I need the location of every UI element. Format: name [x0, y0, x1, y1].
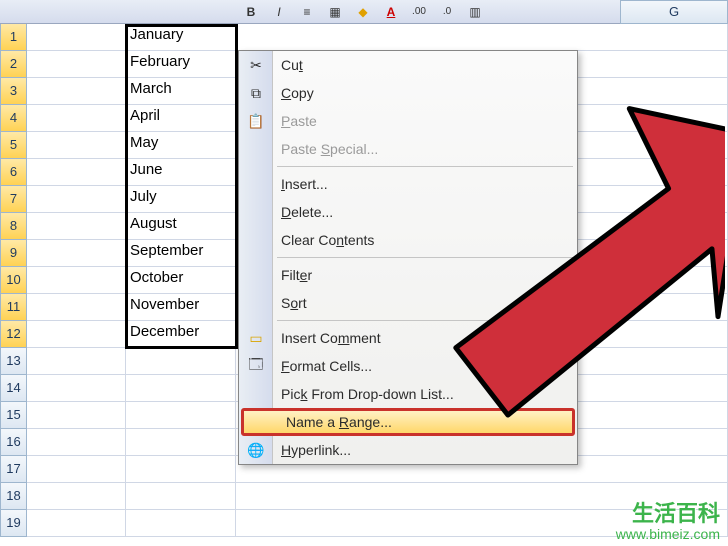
menu-paste: 📋 Paste [239, 107, 577, 135]
menu-delete[interactable]: Delete... [239, 198, 577, 226]
row-header-1[interactable]: 1 [0, 24, 27, 51]
row-header-19[interactable]: 19 [0, 510, 27, 537]
row-headers: 1 2 3 4 5 6 7 8 9 10 11 12 13 14 15 16 1… [0, 24, 27, 537]
row-header-14[interactable]: 14 [0, 375, 27, 402]
menu-sort[interactable]: Sort ▶ [239, 289, 577, 317]
watermark-url: www.bimeiz.com [616, 527, 720, 542]
cell-rest[interactable] [236, 24, 728, 51]
cell-B10[interactable]: October [126, 267, 236, 294]
menu-insert-comment[interactable]: ▭ Insert Comment [239, 324, 577, 352]
paste-icon: 📋 [245, 110, 267, 132]
cell-B9[interactable]: September [126, 240, 236, 267]
menu-hyperlink[interactable]: 🌐 Hyperlink... [239, 436, 577, 464]
menu-cut[interactable]: ✂ Cut [239, 51, 577, 79]
cell-B11[interactable]: November [126, 294, 236, 321]
cell-A4[interactable] [27, 105, 126, 132]
menu-format-cells-label: Format Cells... [281, 358, 372, 374]
cell-A8[interactable] [27, 213, 126, 240]
copy-icon: ⧉ [245, 82, 267, 104]
cell-A1[interactable] [27, 24, 126, 51]
comment-icon: ▭ [245, 327, 267, 349]
cell-B5[interactable]: May [126, 132, 236, 159]
merge-button[interactable]: ▥ [464, 2, 486, 22]
row-header-16[interactable]: 16 [0, 429, 27, 456]
borders-button[interactable]: ▦ [324, 2, 346, 22]
cell-B8[interactable]: August [126, 213, 236, 240]
row-header-13[interactable]: 13 [0, 348, 27, 375]
cell-B1[interactable]: January [126, 24, 236, 51]
row-header-6[interactable]: 6 [0, 159, 27, 186]
menu-filter-label: Filter [281, 267, 312, 283]
cell-A11[interactable] [27, 294, 126, 321]
cell-B2[interactable]: February [126, 51, 236, 78]
format-cells-icon: 🗔 [245, 355, 267, 377]
context-menu: ✂ Cut ⧉ Copy 📋 Paste Paste Special... In… [238, 50, 578, 465]
menu-separator [277, 320, 573, 321]
menu-paste-label: Paste [281, 113, 317, 129]
menu-pick-from-list[interactable]: Pick From Drop-down List... [239, 380, 577, 408]
menu-name-range[interactable]: Name a Range... [241, 408, 575, 436]
menu-insert[interactable]: Insert... [239, 170, 577, 198]
menu-filter[interactable]: Filter ▶ [239, 261, 577, 289]
watermark: 生活百科 www.bimeiz.com [616, 502, 720, 542]
row-header-17[interactable]: 17 [0, 456, 27, 483]
menu-paste-special: Paste Special... [239, 135, 577, 163]
cell-A12[interactable] [27, 321, 126, 348]
cell-A9[interactable] [27, 240, 126, 267]
mini-toolbar: B I ≡ ▦ ◆ A .00 .0 ▥ [0, 0, 728, 24]
menu-clear-contents[interactable]: Clear Contents [239, 226, 577, 254]
row-header-12[interactable]: 12 [0, 321, 27, 348]
font-color-button[interactable]: A [380, 2, 402, 22]
cell-A10[interactable] [27, 267, 126, 294]
cell-A6[interactable] [27, 159, 126, 186]
cell-B6[interactable]: June [126, 159, 236, 186]
increase-decimal-button[interactable]: .00 [408, 2, 430, 22]
row-header-5[interactable]: 5 [0, 132, 27, 159]
align-button[interactable]: ≡ [296, 2, 318, 22]
row-header-11[interactable]: 11 [0, 294, 27, 321]
row-header-8[interactable]: 8 [0, 213, 27, 240]
cell-A7[interactable] [27, 186, 126, 213]
menu-separator [277, 257, 573, 258]
menu-copy[interactable]: ⧉ Copy [239, 79, 577, 107]
menu-copy-label: Copy [281, 85, 314, 101]
cell-B3[interactable]: March [126, 78, 236, 105]
row-header-2[interactable]: 2 [0, 51, 27, 78]
menu-insert-label: Insert... [281, 176, 328, 192]
row-header-15[interactable]: 15 [0, 402, 27, 429]
cell-A2[interactable] [27, 51, 126, 78]
menu-hyperlink-label: Hyperlink... [281, 442, 351, 458]
row-header-7[interactable]: 7 [0, 186, 27, 213]
italic-button[interactable]: I [268, 2, 290, 22]
menu-sort-label: Sort [281, 295, 307, 311]
cell-A3[interactable] [27, 78, 126, 105]
row-header-10[interactable]: 10 [0, 267, 27, 294]
cut-icon: ✂ [245, 54, 267, 76]
chevron-right-icon: ▶ [559, 270, 567, 281]
cell-A5[interactable] [27, 132, 126, 159]
menu-clear-label: Clear Contents [281, 232, 374, 248]
menu-paste-special-label: Paste Special... [281, 141, 378, 157]
decrease-decimal-button[interactable]: .0 [436, 2, 458, 22]
row-header-3[interactable]: 3 [0, 78, 27, 105]
menu-name-range-label: Name a Range... [286, 414, 392, 430]
menu-separator [277, 166, 573, 167]
column-header-G[interactable]: G [620, 0, 728, 24]
menu-pick-label: Pick From Drop-down List... [281, 386, 454, 402]
row-header-9[interactable]: 9 [0, 240, 27, 267]
cell-B12[interactable]: December [126, 321, 236, 348]
hyperlink-icon: 🌐 [245, 439, 267, 461]
row-header-18[interactable]: 18 [0, 483, 27, 510]
menu-format-cells[interactable]: 🗔 Format Cells... [239, 352, 577, 380]
fill-color-button[interactable]: ◆ [352, 2, 374, 22]
cell-B7[interactable]: July [126, 186, 236, 213]
cell-B4[interactable]: April [126, 105, 236, 132]
row-header-4[interactable]: 4 [0, 105, 27, 132]
chevron-right-icon: ▶ [559, 298, 567, 309]
bold-button[interactable]: B [240, 2, 262, 22]
menu-cut-label: Cut [281, 57, 303, 73]
menu-delete-label: Delete... [281, 204, 333, 220]
watermark-title: 生活百科 [616, 502, 720, 526]
menu-insert-comment-label: Insert Comment [281, 330, 381, 346]
